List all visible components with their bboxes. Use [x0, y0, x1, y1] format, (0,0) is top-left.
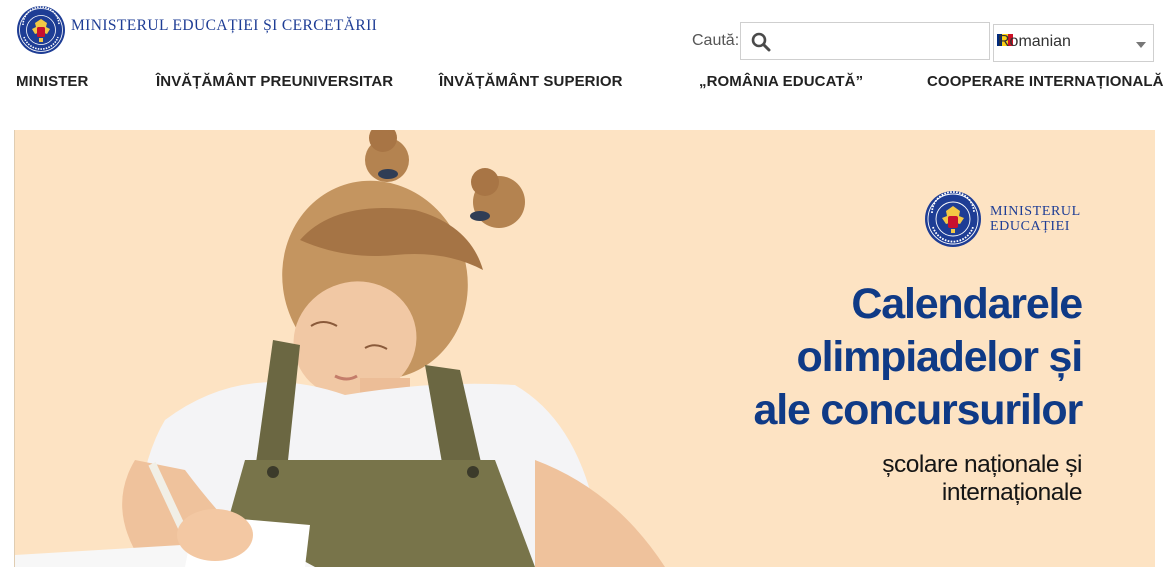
ministry-logo-text: MINISTERUL EDUCAȚIEI	[990, 204, 1081, 234]
search-icon[interactable]	[751, 32, 771, 52]
ministry-logo-line: EDUCAȚIEI	[990, 219, 1071, 234]
hero-title-line: Calendarele	[851, 280, 1083, 328]
hero-title: Calendarele olimpiadelor și ale concursu…	[753, 278, 1084, 437]
government-crest-icon	[17, 6, 65, 54]
ministry-logo-line: MINISTERUL	[990, 204, 1081, 219]
site-logo-link[interactable]: MINISTERUL EDUCAȚIEI ȘI CERCETĂRII	[16, 5, 377, 55]
girl-writing-illustration	[15, 130, 665, 567]
nav-item-superior[interactable]: ÎNVĂȚĂMÂNT SUPERIOR	[439, 73, 623, 90]
nav-item-cooperare-internationala[interactable]: COOPERARE INTERNAȚIONALĂ	[927, 73, 1164, 90]
hero-subtitle-line: internaționale	[941, 479, 1083, 506]
nav-item-minister[interactable]: MINISTER	[16, 73, 88, 90]
search-box[interactable]	[740, 22, 990, 60]
government-seal-icon	[925, 191, 981, 247]
hero-banner[interactable]: MINISTERUL EDUCAȚIEI Calendarele olimpia…	[14, 130, 1155, 567]
chevron-down-icon[interactable]	[1136, 42, 1146, 48]
search-label: Caută:	[692, 32, 740, 49]
search-input[interactable]	[781, 24, 981, 58]
language-selector[interactable]: Romanian	[993, 24, 1154, 62]
hero-title-line: ale concursurilor	[753, 386, 1084, 434]
main-navigation: MINISTER ÎNVĂȚĂMÂNT PREUNIVERSITAR ÎNVĂȚ…	[0, 73, 1170, 95]
hero-title-line: olimpiadelor și	[796, 333, 1084, 381]
hero-subtitle: școlare naționale și internaționale	[882, 451, 1082, 507]
language-selected: Romanian	[998, 33, 1071, 50]
site-title: MINISTERUL EDUCAȚIEI ȘI CERCETĂRII	[71, 17, 378, 34]
ministry-logo: MINISTERUL EDUCAȚIEI	[924, 190, 1081, 248]
hero-subtitle-line: școlare naționale și	[882, 451, 1082, 478]
nav-item-romania-educata[interactable]: „ROMÂNIA EDUCATĂ”	[699, 73, 863, 90]
nav-item-preuniversitar[interactable]: ÎNVĂȚĂMÂNT PREUNIVERSITAR	[156, 73, 393, 90]
